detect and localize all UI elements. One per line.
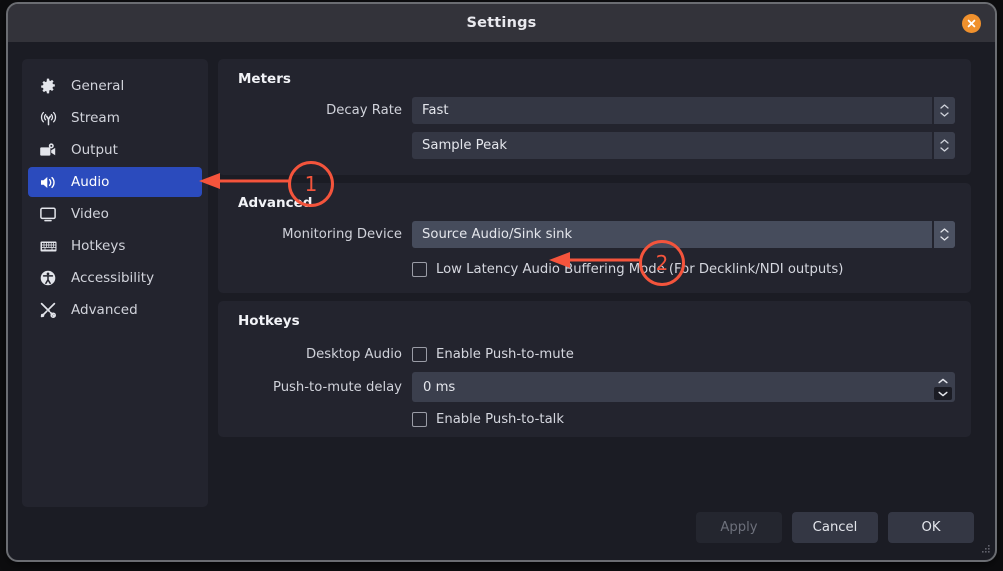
push-to-mute-delay-row: Push-to-mute delay 0 ms <box>228 372 955 402</box>
sidebar-item-accessibility[interactable]: Accessibility <box>28 263 202 293</box>
video-camera-icon <box>40 141 62 159</box>
push-to-talk-row: Enable Push-to-talk <box>228 412 955 427</box>
sidebar-item-hotkeys[interactable]: Hotkeys <box>28 231 202 261</box>
sidebar-item-label: Video <box>71 206 109 222</box>
speaker-volume-icon <box>40 173 62 191</box>
meters-group-title: Meters <box>238 71 955 87</box>
sidebar-item-label: General <box>71 78 124 94</box>
ok-button[interactable]: OK <box>888 512 974 543</box>
decay-rate-label: Decay Rate <box>228 103 412 118</box>
window-title: Settings <box>8 4 995 42</box>
chevron-updown-icon[interactable] <box>932 221 955 248</box>
monitoring-device-combo[interactable]: Source Audio/Sink sink <box>412 221 955 248</box>
hotkeys-group: Hotkeys Desktop Audio Enable Push-to-mut… <box>218 301 971 437</box>
close-icon[interactable] <box>962 14 981 33</box>
push-to-mute-delay-label: Push-to-mute delay <box>228 380 412 395</box>
settings-window: Settings General <box>8 4 995 560</box>
annotation-badge-1: 1 <box>288 161 334 207</box>
push-to-talk-checkbox[interactable] <box>412 412 427 427</box>
keyboard-icon <box>40 237 62 255</box>
push-to-mute-label: Enable Push-to-mute <box>436 347 574 362</box>
dialog-body: General Stream <box>8 42 995 560</box>
tools-wrench-screwdriver-icon <box>40 301 62 319</box>
push-to-mute-check-row[interactable]: Enable Push-to-mute <box>412 347 574 362</box>
push-to-mute-delay-spinbox[interactable]: 0 ms <box>412 372 955 402</box>
sidebar-item-stream[interactable]: Stream <box>28 103 202 133</box>
monitoring-device-label: Monitoring Device <box>228 227 412 242</box>
peak-meter-type-row: Sample Peak <box>228 132 955 159</box>
chevron-up-icon[interactable] <box>934 374 952 387</box>
resize-grip[interactable] <box>979 544 991 556</box>
monitoring-device-value: Source Audio/Sink sink <box>412 227 572 242</box>
push-to-mute-checkbox[interactable] <box>412 347 427 362</box>
sidebar-item-audio[interactable]: Audio <box>28 167 202 197</box>
sidebar-item-label: Output <box>71 142 118 158</box>
sidebar-item-label: Accessibility <box>71 270 154 286</box>
push-to-mute-delay-value: 0 ms <box>412 380 455 395</box>
push-to-talk-check-row[interactable]: Enable Push-to-talk <box>412 412 564 427</box>
monitoring-device-row: Monitoring Device Source Audio/Sink sink <box>228 221 955 248</box>
settings-content-scroll-area[interactable]: Meters Decay Rate Fast Sample Peak <box>218 59 971 503</box>
advanced-group: Advanced Monitoring Device Source Audio/… <box>218 183 971 293</box>
push-to-mute-row: Desktop Audio Enable Push-to-mute <box>228 347 955 362</box>
low-latency-row: Low Latency Audio Buffering Mode (For De… <box>228 262 955 277</box>
low-latency-check-row[interactable]: Low Latency Audio Buffering Mode (For De… <box>412 262 843 277</box>
advanced-group-title: Advanced <box>238 195 955 211</box>
broadcast-antenna-icon <box>40 109 62 127</box>
meters-group: Meters Decay Rate Fast Sample Peak <box>218 59 971 175</box>
hotkeys-group-title: Hotkeys <box>238 313 955 329</box>
gear-icon <box>40 77 62 95</box>
title-bar: Settings <box>8 4 995 42</box>
monitor-icon <box>40 205 62 223</box>
sidebar-item-label: Advanced <box>71 302 138 318</box>
cancel-button[interactable]: Cancel <box>792 512 878 543</box>
chevron-updown-icon[interactable] <box>932 132 955 159</box>
desktop-audio-label: Desktop Audio <box>228 347 412 362</box>
peak-meter-type-combo[interactable]: Sample Peak <box>412 132 955 159</box>
low-latency-checkbox[interactable] <box>412 262 427 277</box>
settings-sidebar: General Stream <box>22 59 208 507</box>
chevron-updown-icon[interactable] <box>932 97 955 124</box>
sidebar-item-label: Hotkeys <box>71 238 125 254</box>
decay-rate-combo[interactable]: Fast <box>412 97 955 124</box>
accessibility-person-icon <box>40 269 62 287</box>
peak-meter-type-value: Sample Peak <box>412 138 507 153</box>
chevron-down-icon[interactable] <box>934 387 952 400</box>
push-to-talk-label: Enable Push-to-talk <box>436 412 564 427</box>
decay-rate-value: Fast <box>412 103 449 118</box>
sidebar-item-label: Stream <box>71 110 120 126</box>
sidebar-item-video[interactable]: Video <box>28 199 202 229</box>
sidebar-item-output[interactable]: Output <box>28 135 202 165</box>
apply-button[interactable]: Apply <box>696 512 782 543</box>
dialog-footer: Apply Cancel OK <box>696 512 974 543</box>
sidebar-item-label: Audio <box>71 174 109 190</box>
sidebar-item-advanced[interactable]: Advanced <box>28 295 202 325</box>
spinbox-buttons <box>934 374 952 400</box>
sidebar-item-general[interactable]: General <box>28 71 202 101</box>
annotation-badge-2: 2 <box>639 240 685 286</box>
decay-rate-row: Decay Rate Fast <box>228 97 955 124</box>
